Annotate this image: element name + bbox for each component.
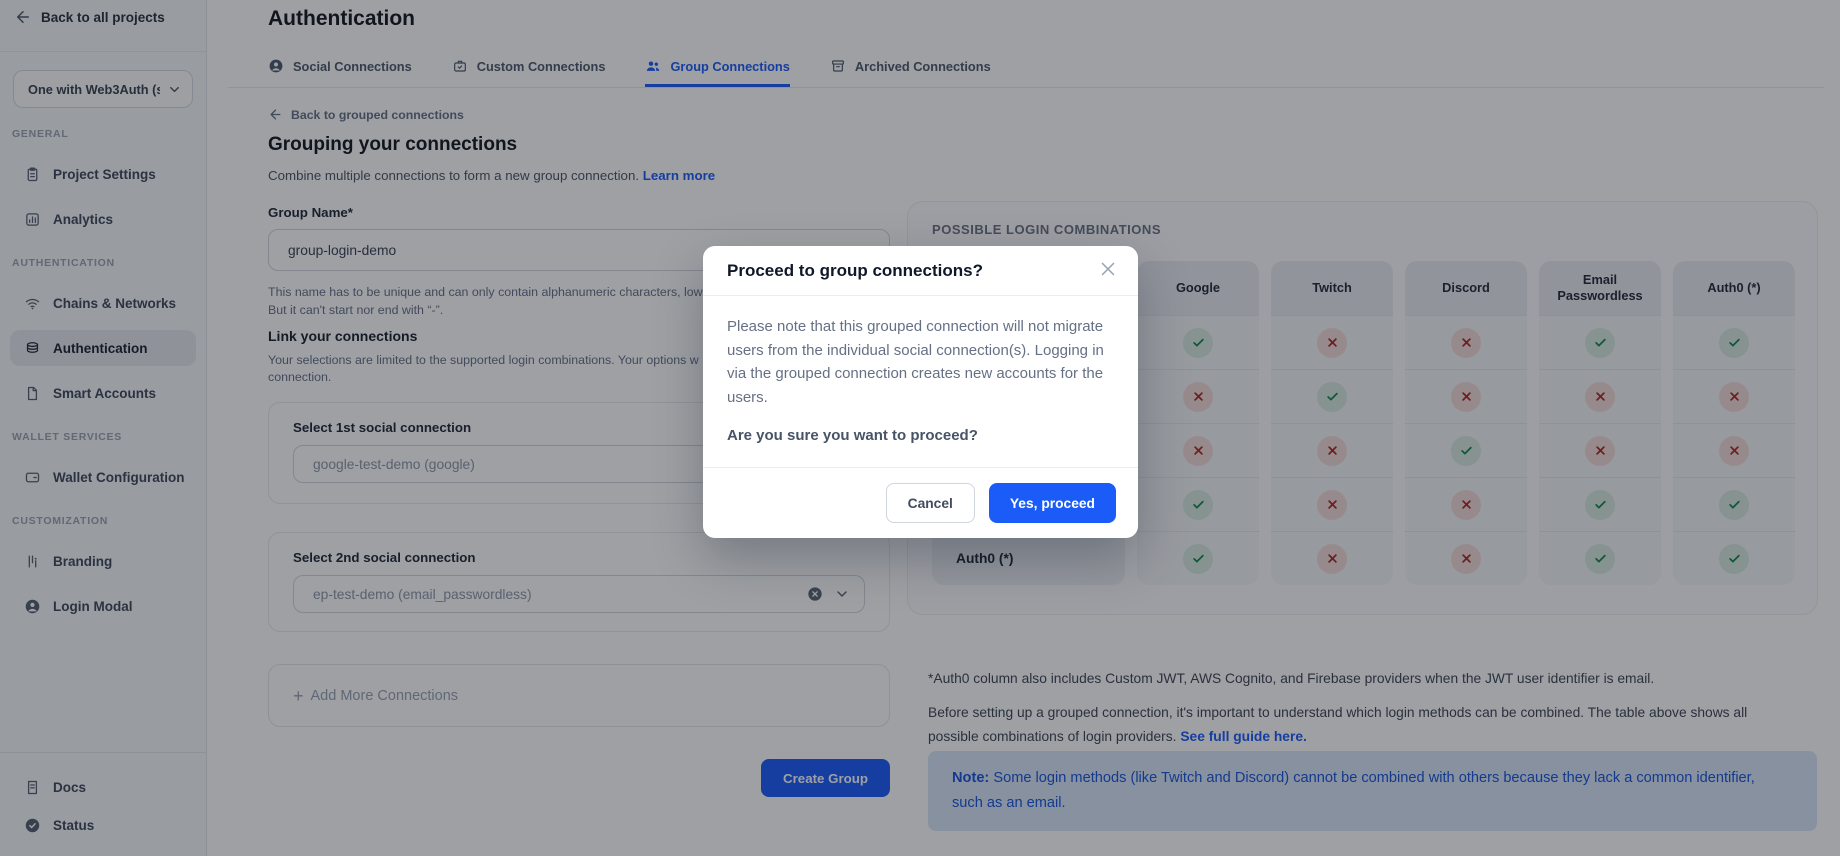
- cancel-button[interactable]: Cancel: [886, 483, 975, 523]
- app-root: Back to all projects One with Web3Auth (…: [0, 0, 1840, 856]
- dialog-message: Please note that this grouped connection…: [727, 315, 1109, 409]
- close-icon[interactable]: [1097, 258, 1119, 280]
- dialog-footer: Cancel Yes, proceed: [703, 467, 1138, 538]
- confirm-button[interactable]: Yes, proceed: [989, 483, 1116, 523]
- dialog-header: Proceed to group connections?: [703, 246, 1138, 296]
- dialog-title: Proceed to group connections?: [727, 261, 983, 280]
- dialog-body: Please note that this grouped connection…: [703, 296, 1138, 467]
- dialog-question: Are you sure you want to proceed?: [727, 427, 1114, 444]
- confirm-dialog: Proceed to group connections? Please not…: [703, 246, 1138, 538]
